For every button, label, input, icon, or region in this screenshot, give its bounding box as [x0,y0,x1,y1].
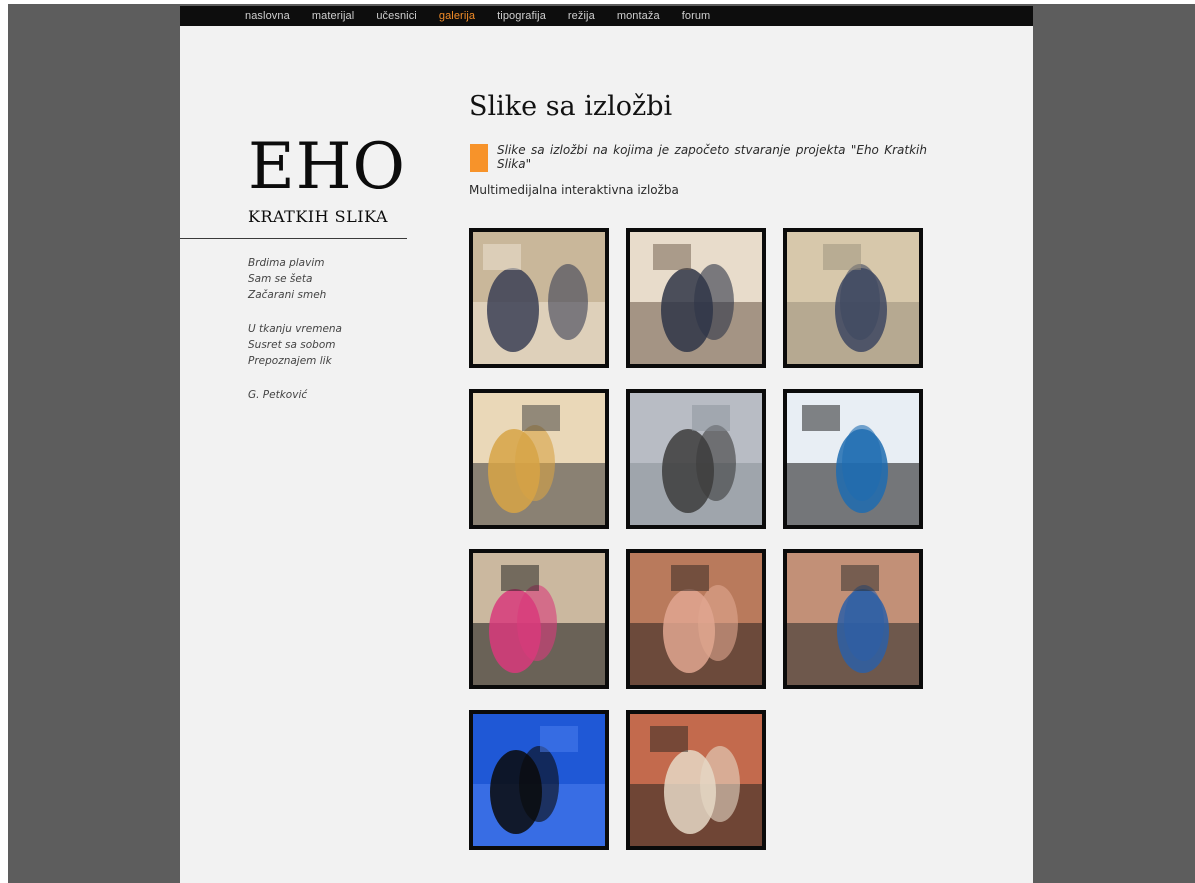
logo-subtitle[interactable]: KRATKIH SLIKA [248,207,388,226]
photo-image [787,553,919,685]
nav-item-montaža[interactable]: montaža [617,10,660,22]
nav-item-naslovna[interactable]: naslovna [245,10,290,22]
photo-men-gallery[interactable] [783,228,923,368]
nav-item-forum[interactable]: forum [682,10,711,22]
sidebar-links: Brdima plavim Sam se šeta Začarani smeh U … [248,255,342,421]
photo-youtube-screen[interactable] [783,389,923,529]
photo-image [630,393,762,525]
photo-couple-portrait[interactable] [469,549,609,689]
photo-image [473,393,605,525]
sidebar-link[interactable]: Prepoznajem lik [248,353,342,369]
photo-image [473,553,605,685]
photo-monitor-closeup[interactable] [626,228,766,368]
sidebar-group-1: Brdima plavim Sam se šeta Začarani smeh [248,255,342,303]
photo-performers[interactable] [783,549,923,689]
photo-projection-room[interactable] [626,549,766,689]
sidebar-group-3: G. Petković [248,387,342,403]
accent-marker [470,144,488,172]
photo-image [630,553,762,685]
photo-audience-guitar[interactable] [626,710,766,850]
sidebar-link[interactable]: Brdima plavim [248,255,342,271]
photo-image [630,232,762,364]
nav-item-materijal[interactable]: materijal [312,10,354,22]
page-title: Slike sa izložbi [469,91,673,122]
photo-image [787,393,919,525]
sidebar-link[interactable]: U tkanju vremena [248,321,342,337]
sidebar-link[interactable]: Susret sa sobom [248,337,342,353]
page-subtitle: Multimedijalna interaktivna izložba [469,183,679,197]
lead-text: Slike sa izložbi na kojima je započeto s… [497,143,927,171]
logo-title[interactable]: EHO [248,135,406,199]
photo-poster-text[interactable] [626,389,766,529]
sidebar-link[interactable]: Začarani smeh [248,287,342,303]
photo-image [630,714,762,846]
photo-image [473,232,605,364]
photo-blue-screen[interactable] [469,710,609,850]
photo-seated-viewer[interactable] [469,389,609,529]
photo-image [787,232,919,364]
nav-item-galerija[interactable]: galerija [439,10,475,22]
nav-item-tipografija[interactable]: tipografija [497,10,546,22]
sidebar-group-2: U tkanju vremena Susret sa sobom Prepoznaj… [248,321,342,369]
nav-item-učesnici[interactable]: učesnici [376,10,417,22]
photo-visitors-computer[interactable] [469,228,609,368]
photo-image [473,714,605,846]
sidebar-link[interactable]: Sam se šeta [248,271,342,287]
nav-item-režija[interactable]: režija [568,10,595,22]
logo-divider [180,238,407,239]
sidebar-link[interactable]: G. Petković [248,387,342,403]
top-navigation: naslovna materijal učesnici galerija tipogra… [180,6,1033,26]
